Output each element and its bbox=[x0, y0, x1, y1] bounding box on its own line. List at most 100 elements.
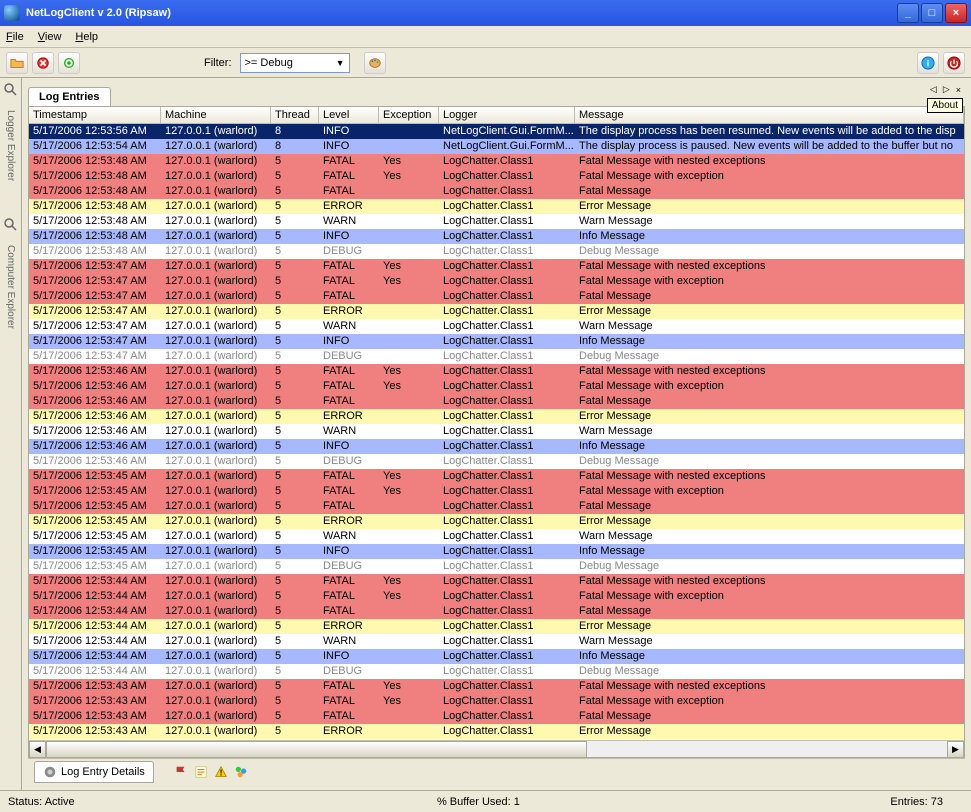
bottom-bar: Log Entry Details ! bbox=[28, 758, 965, 784]
table-row[interactable]: 5/17/2006 12:53:48 AM127.0.0.1 (warlord)… bbox=[29, 154, 964, 169]
col-message[interactable]: Message bbox=[575, 107, 964, 123]
table-row[interactable]: 5/17/2006 12:53:48 AM127.0.0.1 (warlord)… bbox=[29, 214, 964, 229]
about-tooltip: About bbox=[927, 98, 963, 113]
status-buffer: % Buffer Used: 1 bbox=[437, 796, 520, 808]
table-row[interactable]: 5/17/2006 12:53:45 AM127.0.0.1 (warlord)… bbox=[29, 484, 964, 499]
horizontal-scrollbar[interactable]: ◀ ▶ bbox=[29, 740, 964, 757]
search-icon[interactable] bbox=[3, 217, 19, 233]
close-button[interactable]: × bbox=[945, 3, 967, 23]
table-row[interactable]: 5/17/2006 12:53:45 AM127.0.0.1 (warlord)… bbox=[29, 559, 964, 574]
tab-scroll-left-icon[interactable]: ◁ bbox=[928, 84, 939, 95]
open-button[interactable] bbox=[6, 52, 28, 74]
stop-button[interactable] bbox=[32, 52, 54, 74]
menu-help[interactable]: Help bbox=[75, 31, 98, 43]
minimize-button[interactable]: _ bbox=[897, 3, 919, 23]
titlebar: NetLogClient v 2.0 (Ripsaw) _ □ × bbox=[0, 0, 971, 26]
table-row[interactable]: 5/17/2006 12:53:46 AM127.0.0.1 (warlord)… bbox=[29, 439, 964, 454]
col-machine[interactable]: Machine bbox=[161, 107, 271, 123]
table-row[interactable]: 5/17/2006 12:53:46 AM127.0.0.1 (warlord)… bbox=[29, 409, 964, 424]
sidebar-tab-computer[interactable]: Computer Explorer bbox=[5, 245, 16, 329]
table-row[interactable]: 5/17/2006 12:53:47 AM127.0.0.1 (warlord)… bbox=[29, 304, 964, 319]
menubar: File View Help bbox=[0, 26, 971, 48]
tab-log-entry-details[interactable]: Log Entry Details bbox=[34, 761, 154, 783]
table-row[interactable]: 5/17/2006 12:53:46 AM127.0.0.1 (warlord)… bbox=[29, 379, 964, 394]
svg-text:i: i bbox=[927, 58, 929, 68]
col-level[interactable]: Level bbox=[319, 107, 379, 123]
table-row[interactable]: 5/17/2006 12:53:54 AM127.0.0.1 (warlord)… bbox=[29, 139, 964, 154]
table-row[interactable]: 5/17/2006 12:53:56 AM127.0.0.1 (warlord)… bbox=[29, 124, 964, 139]
option-button[interactable] bbox=[58, 52, 80, 74]
flag-icon[interactable] bbox=[174, 765, 188, 779]
sidebar-tab-logger[interactable]: Logger Explorer bbox=[5, 110, 16, 181]
table-row[interactable]: 5/17/2006 12:53:45 AM127.0.0.1 (warlord)… bbox=[29, 514, 964, 529]
table-row[interactable]: 5/17/2006 12:53:43 AM127.0.0.1 (warlord)… bbox=[29, 724, 964, 739]
info-button[interactable]: i bbox=[917, 52, 939, 74]
menu-file[interactable]: File bbox=[6, 31, 24, 43]
scroll-left-icon[interactable]: ◀ bbox=[29, 741, 46, 758]
table-row[interactable]: 5/17/2006 12:53:45 AM127.0.0.1 (warlord)… bbox=[29, 529, 964, 544]
sidebar: Logger Explorer Computer Explorer bbox=[0, 78, 22, 790]
table-row[interactable]: 5/17/2006 12:53:45 AM127.0.0.1 (warlord)… bbox=[29, 544, 964, 559]
table-row[interactable]: 5/17/2006 12:53:46 AM127.0.0.1 (warlord)… bbox=[29, 424, 964, 439]
table-row[interactable]: 5/17/2006 12:53:46 AM127.0.0.1 (warlord)… bbox=[29, 394, 964, 409]
scroll-thumb[interactable] bbox=[46, 741, 587, 758]
table-row[interactable]: 5/17/2006 12:53:43 AM127.0.0.1 (warlord)… bbox=[29, 694, 964, 709]
table-row[interactable]: 5/17/2006 12:53:44 AM127.0.0.1 (warlord)… bbox=[29, 649, 964, 664]
table-row[interactable]: 5/17/2006 12:53:46 AM127.0.0.1 (warlord)… bbox=[29, 364, 964, 379]
filter-select[interactable]: >= Debug ▼ bbox=[240, 53, 350, 73]
grid-header: Timestamp Machine Thread Level Exception… bbox=[29, 107, 964, 124]
table-row[interactable]: 5/17/2006 12:53:44 AM127.0.0.1 (warlord)… bbox=[29, 664, 964, 679]
table-row[interactable]: 5/17/2006 12:53:48 AM127.0.0.1 (warlord)… bbox=[29, 229, 964, 244]
table-row[interactable]: 5/17/2006 12:53:48 AM127.0.0.1 (warlord)… bbox=[29, 244, 964, 259]
table-row[interactable]: 5/17/2006 12:53:47 AM127.0.0.1 (warlord)… bbox=[29, 274, 964, 289]
table-row[interactable]: 5/17/2006 12:53:44 AM127.0.0.1 (warlord)… bbox=[29, 574, 964, 589]
table-row[interactable]: 5/17/2006 12:53:47 AM127.0.0.1 (warlord)… bbox=[29, 289, 964, 304]
table-row[interactable]: 5/17/2006 12:53:43 AM127.0.0.1 (warlord)… bbox=[29, 679, 964, 694]
tab-scroll-right-icon[interactable]: ▷ bbox=[941, 84, 952, 95]
status-entries: Entries: 73 bbox=[890, 796, 943, 808]
filter-value: >= Debug bbox=[245, 57, 293, 69]
palette-button[interactable] bbox=[364, 52, 386, 74]
table-row[interactable]: 5/17/2006 12:53:48 AM127.0.0.1 (warlord)… bbox=[29, 199, 964, 214]
tab-log-entries[interactable]: Log Entries bbox=[28, 87, 111, 106]
table-row[interactable]: 5/17/2006 12:53:47 AM127.0.0.1 (warlord)… bbox=[29, 259, 964, 274]
window-title: NetLogClient v 2.0 (Ripsaw) bbox=[26, 7, 897, 19]
scroll-right-icon[interactable]: ▶ bbox=[947, 741, 964, 758]
table-row[interactable]: 5/17/2006 12:53:48 AM127.0.0.1 (warlord)… bbox=[29, 184, 964, 199]
maximize-button[interactable]: □ bbox=[921, 3, 943, 23]
chart-icon[interactable] bbox=[234, 765, 248, 779]
tab-row: Log Entries ◁ ▷ × About bbox=[28, 84, 965, 106]
app-icon bbox=[4, 5, 20, 21]
status-active: Status: Active bbox=[8, 796, 75, 808]
menu-view[interactable]: View bbox=[38, 31, 62, 43]
table-row[interactable]: 5/17/2006 12:53:47 AM127.0.0.1 (warlord)… bbox=[29, 319, 964, 334]
col-timestamp[interactable]: Timestamp bbox=[29, 107, 161, 123]
table-row[interactable]: 5/17/2006 12:53:43 AM127.0.0.1 (warlord)… bbox=[29, 709, 964, 724]
col-thread[interactable]: Thread bbox=[271, 107, 319, 123]
svg-text:!: ! bbox=[219, 768, 222, 777]
chevron-down-icon: ▼ bbox=[336, 58, 345, 68]
toolbar: Filter: >= Debug ▼ i bbox=[0, 48, 971, 78]
warning-icon[interactable]: ! bbox=[214, 765, 228, 779]
log-grid: Timestamp Machine Thread Level Exception… bbox=[28, 106, 965, 758]
details-icon bbox=[43, 765, 57, 779]
table-row[interactable]: 5/17/2006 12:53:44 AM127.0.0.1 (warlord)… bbox=[29, 619, 964, 634]
col-exception[interactable]: Exception bbox=[379, 107, 439, 123]
table-row[interactable]: 5/17/2006 12:53:48 AM127.0.0.1 (warlord)… bbox=[29, 169, 964, 184]
power-button[interactable] bbox=[943, 52, 965, 74]
table-row[interactable]: 5/17/2006 12:53:45 AM127.0.0.1 (warlord)… bbox=[29, 499, 964, 514]
table-row[interactable]: 5/17/2006 12:53:46 AM127.0.0.1 (warlord)… bbox=[29, 454, 964, 469]
filter-label: Filter: bbox=[204, 57, 232, 69]
tab-close-icon[interactable]: × bbox=[954, 85, 963, 95]
table-row[interactable]: 5/17/2006 12:53:47 AM127.0.0.1 (warlord)… bbox=[29, 334, 964, 349]
table-row[interactable]: 5/17/2006 12:53:44 AM127.0.0.1 (warlord)… bbox=[29, 604, 964, 619]
table-row[interactable]: 5/17/2006 12:53:45 AM127.0.0.1 (warlord)… bbox=[29, 469, 964, 484]
note-icon[interactable] bbox=[194, 765, 208, 779]
statusbar: Status: Active % Buffer Used: 1 Entries:… bbox=[0, 790, 971, 812]
search-icon[interactable] bbox=[3, 82, 19, 98]
table-row[interactable]: 5/17/2006 12:53:44 AM127.0.0.1 (warlord)… bbox=[29, 589, 964, 604]
table-row[interactable]: 5/17/2006 12:53:44 AM127.0.0.1 (warlord)… bbox=[29, 634, 964, 649]
table-row[interactable]: 5/17/2006 12:53:47 AM127.0.0.1 (warlord)… bbox=[29, 349, 964, 364]
grid-body[interactable]: 5/17/2006 12:53:56 AM127.0.0.1 (warlord)… bbox=[29, 124, 964, 740]
col-logger[interactable]: Logger bbox=[439, 107, 575, 123]
